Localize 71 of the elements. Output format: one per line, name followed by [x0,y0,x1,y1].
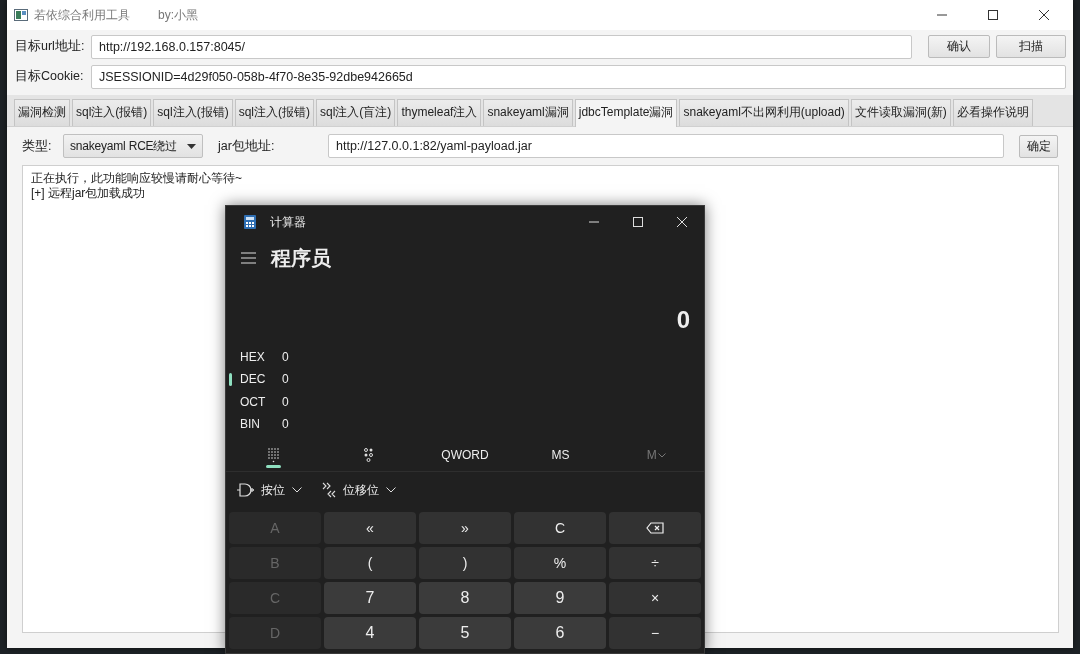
backspace-key[interactable] [609,512,701,545]
close-icon[interactable] [1038,9,1050,21]
calculator-key[interactable]: ) [419,547,511,580]
output-line: 正在执行，此功能响应较慢请耐心等待~ [31,171,243,186]
bit-shift-icon [322,482,336,499]
radix-value: 0 [282,372,289,387]
bitwise-dropdown[interactable]: 按位 [236,481,302,499]
calculator-key[interactable]: 7 [324,582,416,615]
url-field[interactable]: http://192.168.0.157:8045/ [91,34,912,59]
type-label: 类型: [22,137,53,155]
confirm-button[interactable]: 确定 [1019,134,1058,158]
calculator-key[interactable]: ÷ [609,547,701,580]
radix-value: 0 [282,394,289,409]
tab[interactable]: snakeyaml不出网利用(upload) [679,99,849,126]
radix-label[interactable]: OCT [240,394,282,409]
keypad-icon[interactable] [267,447,280,463]
calculator-key[interactable]: − [609,617,701,650]
action-button[interactable]: 确认 [928,35,990,58]
tab[interactable]: 漏洞检测 [14,99,70,126]
maximize-icon[interactable] [987,9,999,21]
cookie-field[interactable]: JSESSIONID=4d29f050-058b-4f70-8e35-92dbe942665d [91,64,1066,89]
tab[interactable]: snakeyaml漏洞 [483,99,573,126]
tab[interactable]: sql注入(盲注) [316,99,396,126]
calculator-key[interactable]: » [419,512,511,545]
calculator-key[interactable]: C [514,512,606,545]
type-dropdown[interactable]: snakeyaml RCE绕过 [63,134,203,158]
display-value: 0 [675,306,691,335]
calculator-key[interactable]: 5 [419,617,511,650]
radix-label[interactable]: HEX [240,350,282,365]
chevron-down-icon [657,452,666,458]
chevron-down-icon [386,487,396,494]
menu-icon[interactable] [241,252,256,264]
calculator-key[interactable]: ( [324,547,416,580]
tab[interactable]: thymeleaf注入 [397,99,482,126]
calculator-key[interactable]: 9 [514,582,606,615]
dropdown-caret-icon [187,143,196,149]
chevron-down-icon [292,487,302,494]
author-label: by:小黑 [158,6,198,24]
tab[interactable]: sql注入(报错) [72,99,152,126]
bit-toggle-icon[interactable] [364,448,375,463]
jar-label: jar包地址: [218,137,276,155]
window-title: 若依综合利用工具 [34,6,130,24]
tab[interactable]: jdbcTemplate漏洞 [574,99,678,127]
calculator-key[interactable]: 6 [514,617,606,650]
calculator-key[interactable]: 8 [419,582,511,615]
calculator-icon [244,215,256,229]
action-button[interactable]: 扫描 [996,35,1066,58]
logic-gate-icon [236,483,254,498]
calculator-key[interactable]: × [609,582,701,615]
tab[interactable]: 必看操作说明 [952,99,1033,126]
radix-label[interactable]: DEC [240,372,282,387]
radix-value: 0 [282,350,289,365]
calculator-key[interactable]: 4 [324,617,416,650]
output-line: [+] 远程jar包加载成功 [31,186,147,201]
bitwise-dropdown[interactable]: 位移位 [322,481,396,499]
tab[interactable]: sql注入(报错) [153,99,233,126]
radix-value: 0 [282,417,289,432]
word-size-button[interactable]: MS [551,448,570,463]
word-size-button[interactable]: QWORD [441,448,489,463]
tab[interactable]: sql注入(报错) [234,99,315,126]
url-label: 目标url地址: [15,38,85,55]
tab[interactable]: 文件读取漏洞(新) [850,99,951,126]
radix-label[interactable]: BIN [240,417,282,432]
calculator-key[interactable]: % [514,547,606,580]
backspace-icon [646,522,664,535]
calculator-key[interactable]: « [324,512,416,545]
mode-title: 程序员 [271,245,331,271]
app-icon [14,9,28,21]
window-title: 计算器 [270,213,306,231]
cookie-label: 目标Cookie: [15,68,85,85]
jar-url-field[interactable]: http://127.0.0.1:82/yaml-payload.jar [328,134,1004,158]
